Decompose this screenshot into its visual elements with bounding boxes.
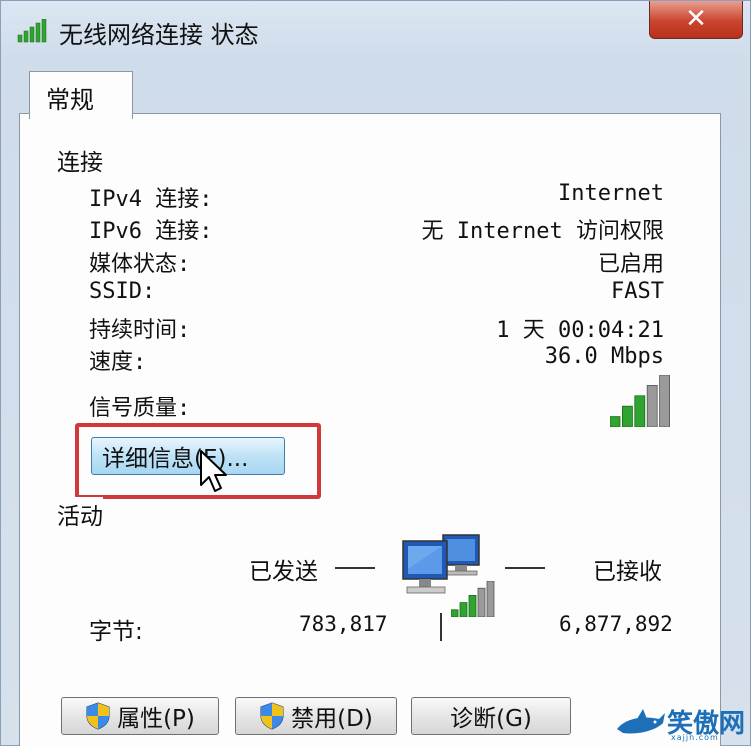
signal-bar xyxy=(621,405,633,427)
activity-signal-bar xyxy=(477,587,486,617)
activity-signal-bar xyxy=(459,602,468,617)
signal-bar xyxy=(634,395,646,427)
ipv4-label: IPv4 连接: xyxy=(89,187,213,212)
ipv6-label: IPv6 连接: xyxy=(89,219,213,244)
close-icon: ✕ xyxy=(685,4,707,34)
properties-button-label: 属性(P) xyxy=(117,706,195,732)
media-state-value: 已启用 xyxy=(597,252,664,277)
title-bar[interactable]: 无线网络连接 状态 ✕ xyxy=(1,1,751,59)
tab-general[interactable]: 常规 xyxy=(29,71,133,119)
window-title: 无线网络连接 状态 xyxy=(59,21,259,49)
wireless-signal-icon xyxy=(17,19,47,43)
activity-divider xyxy=(440,613,442,641)
bytes-received-value: 6,877,892 xyxy=(559,612,673,636)
properties-button[interactable]: 属性(P) xyxy=(61,697,219,735)
diagnose-button-label: 诊断(G) xyxy=(450,706,532,732)
disable-button[interactable]: 禁用(D) xyxy=(235,697,397,735)
signal-strength-icon xyxy=(610,375,670,427)
activity-signal-bar xyxy=(468,594,477,617)
signal-bar xyxy=(659,375,670,427)
bytes-label: 字节: xyxy=(89,619,143,645)
group-divider xyxy=(181,158,691,159)
activity-signal-bar xyxy=(486,581,495,617)
sent-dash xyxy=(335,567,375,569)
close-button[interactable]: ✕ xyxy=(649,1,743,39)
shield-icon xyxy=(86,702,110,730)
connection-group-label: 连接 xyxy=(57,143,103,177)
speed-label: 速度: xyxy=(89,350,147,375)
details-button[interactable]: 详细信息(E)... xyxy=(91,437,285,475)
activity-signal-bar xyxy=(451,609,459,617)
received-label: 已接收 xyxy=(593,559,662,585)
signal-bar xyxy=(646,384,658,427)
activity-group-label: 活动 xyxy=(57,497,103,531)
shark-logo-icon xyxy=(617,709,665,734)
sent-label: 已发送 xyxy=(249,559,318,585)
ssid-value: FAST xyxy=(611,279,664,304)
group-divider xyxy=(141,509,691,510)
duration-label: 持续时间: xyxy=(89,318,191,343)
signal-quality-label: 信号质量: xyxy=(89,396,191,421)
diagnose-button[interactable]: 诊断(G) xyxy=(411,697,571,735)
signal-bar xyxy=(610,416,621,427)
shield-icon xyxy=(260,702,284,730)
ssid-label: SSID: xyxy=(89,279,156,304)
media-state-label: 媒体状态: xyxy=(89,252,191,277)
mouse-cursor-icon xyxy=(200,450,227,492)
status-window: 无线网络连接 状态 ✕ 常规 连接 IPv4 连接: Internet IPv6… xyxy=(0,0,751,746)
watermark-subtext: xajjn.com xyxy=(671,733,719,742)
duration-value: 1 天 00:04:21 xyxy=(496,318,664,343)
ipv4-value: Internet xyxy=(558,181,664,206)
speed-value: 36.0 Mbps xyxy=(544,344,664,369)
site-watermark: 笑傲网 xajjn.com xyxy=(615,707,749,743)
received-dash xyxy=(505,567,545,569)
ipv6-value: 无 Internet 访问权限 xyxy=(421,219,664,244)
bytes-sent-value: 783,817 xyxy=(299,612,388,636)
disable-button-label: 禁用(D) xyxy=(291,706,373,732)
activity-signal-icon xyxy=(451,581,495,617)
